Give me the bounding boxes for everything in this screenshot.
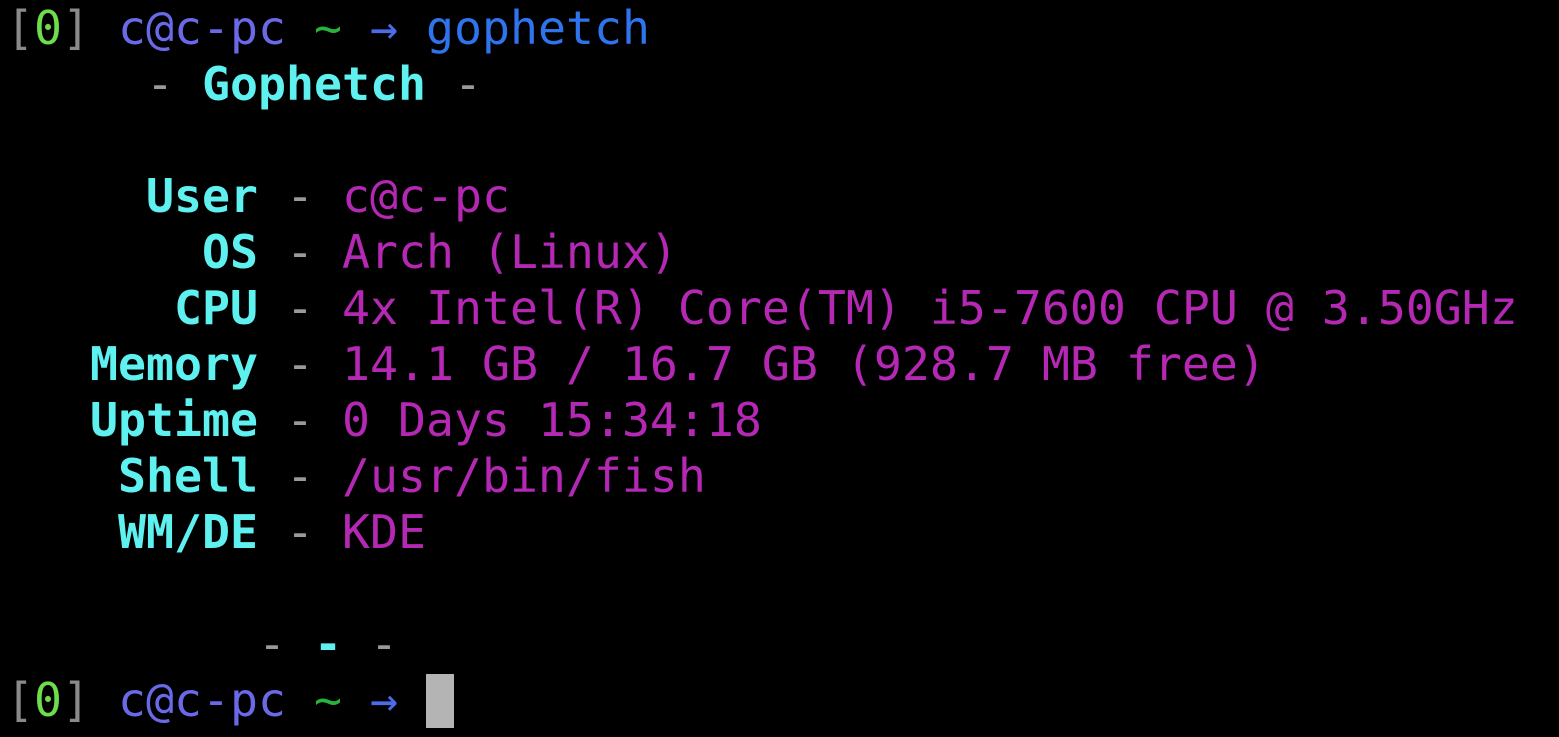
info-value: KDE (341, 505, 426, 559)
info-row-cpu: CPU - 4x Intel(R) Core(TM) i5-7600 CPU @… (6, 280, 1518, 336)
info-label: Shell (117, 449, 258, 503)
info-separator: - (285, 337, 314, 391)
info-value: 0 Days 15:34:18 (341, 393, 762, 447)
info-label: CPU (173, 281, 258, 335)
header-left-dash: - (145, 57, 174, 111)
info-label: Uptime (90, 393, 258, 447)
info-row-user: User - c@c-pc (6, 168, 1518, 224)
info-separator: - (285, 225, 314, 279)
info-value: /usr/bin/fish (341, 449, 706, 503)
info-separator: - (285, 449, 314, 503)
info-row-os: OS - Arch (Linux) (6, 224, 1518, 280)
info-value: Arch (Linux) (341, 225, 678, 279)
command-text: gophetch (425, 1, 650, 55)
info-row-wmde: WM/DE - KDE (6, 504, 1518, 560)
info-separator: - (285, 393, 314, 447)
info-separator: - (285, 505, 314, 559)
prompt-user-host: c@c-pc (118, 1, 286, 55)
prompt-open-bracket: [ (6, 673, 34, 727)
footer-dash: - (257, 617, 286, 671)
prompt-user-host: c@c-pc (118, 673, 286, 727)
info-value: 4x Intel(R) Core(TM) i5-7600 CPU @ 3.50G… (341, 281, 1518, 335)
info-row-uptime: Uptime - 0 Days 15:34:18 (6, 392, 1518, 448)
prompt-close-bracket: ] (62, 1, 90, 55)
footer-dash-highlight: - (313, 617, 342, 671)
gophetch-header: - Gophetch - (6, 56, 1518, 112)
info-value: 14.1 GB / 16.7 GB (928.7 MB free) (341, 337, 1266, 391)
info-label: Memory (90, 337, 258, 391)
exit-status: 0 (34, 673, 62, 727)
header-title: Gophetch (201, 57, 426, 111)
text-cursor[interactable] (425, 673, 454, 728)
prompt-open-bracket: [ (6, 1, 34, 55)
terminal[interactable]: [0] c@c-pc ~ → gophetch - Gophetch - Use… (6, 0, 1518, 728)
prompt-arrow-icon: → (369, 673, 398, 727)
info-row-shell: Shell - /usr/bin/fish (6, 448, 1518, 504)
footer-dash: - (369, 617, 398, 671)
info-label: OS (201, 225, 258, 279)
gophetch-footer: - - - (6, 616, 1518, 672)
info-separator: - (285, 169, 314, 223)
prompt-arrow-icon: → (369, 1, 398, 55)
prompt-directory: ~ (313, 673, 342, 727)
header-right-dash: - (453, 57, 482, 111)
info-label: WM/DE (117, 505, 258, 559)
prompt-directory: ~ (313, 1, 342, 55)
prompt-close-bracket: ] (62, 673, 90, 727)
info-value: c@c-pc (341, 169, 510, 223)
info-row-memory: Memory - 14.1 GB / 16.7 GB (928.7 MB fre… (6, 336, 1518, 392)
prompt-line: [0] c@c-pc ~ → gophetch (6, 0, 1518, 56)
info-label: User (145, 169, 258, 223)
exit-status: 0 (34, 1, 62, 55)
info-separator: - (285, 281, 314, 335)
prompt-line: [0] c@c-pc ~ → (6, 672, 1518, 728)
